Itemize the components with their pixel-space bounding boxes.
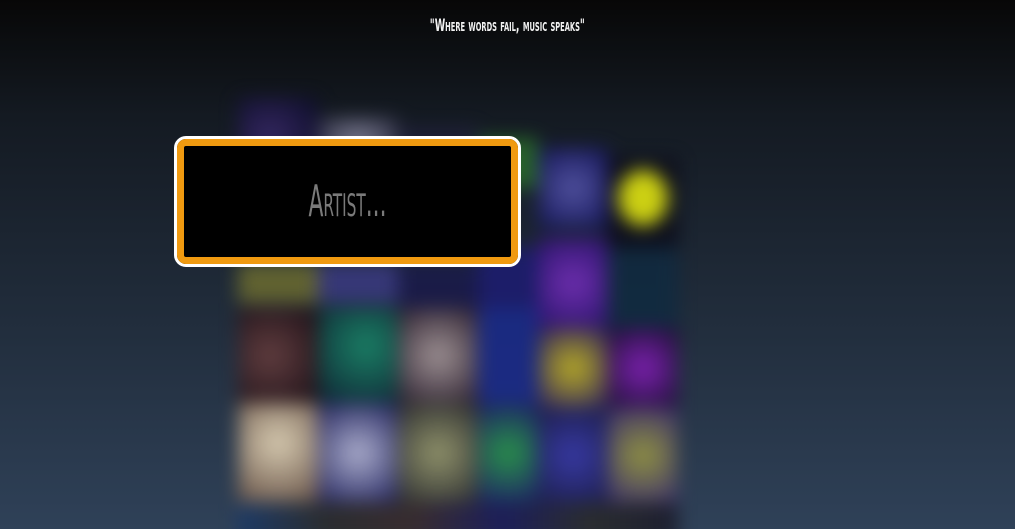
artist-search-input[interactable] (257, 146, 438, 257)
artist-search-frame (177, 139, 518, 264)
page-quote: "Where words fail, music speaks" (429, 16, 585, 36)
artist-search-box (174, 136, 521, 267)
